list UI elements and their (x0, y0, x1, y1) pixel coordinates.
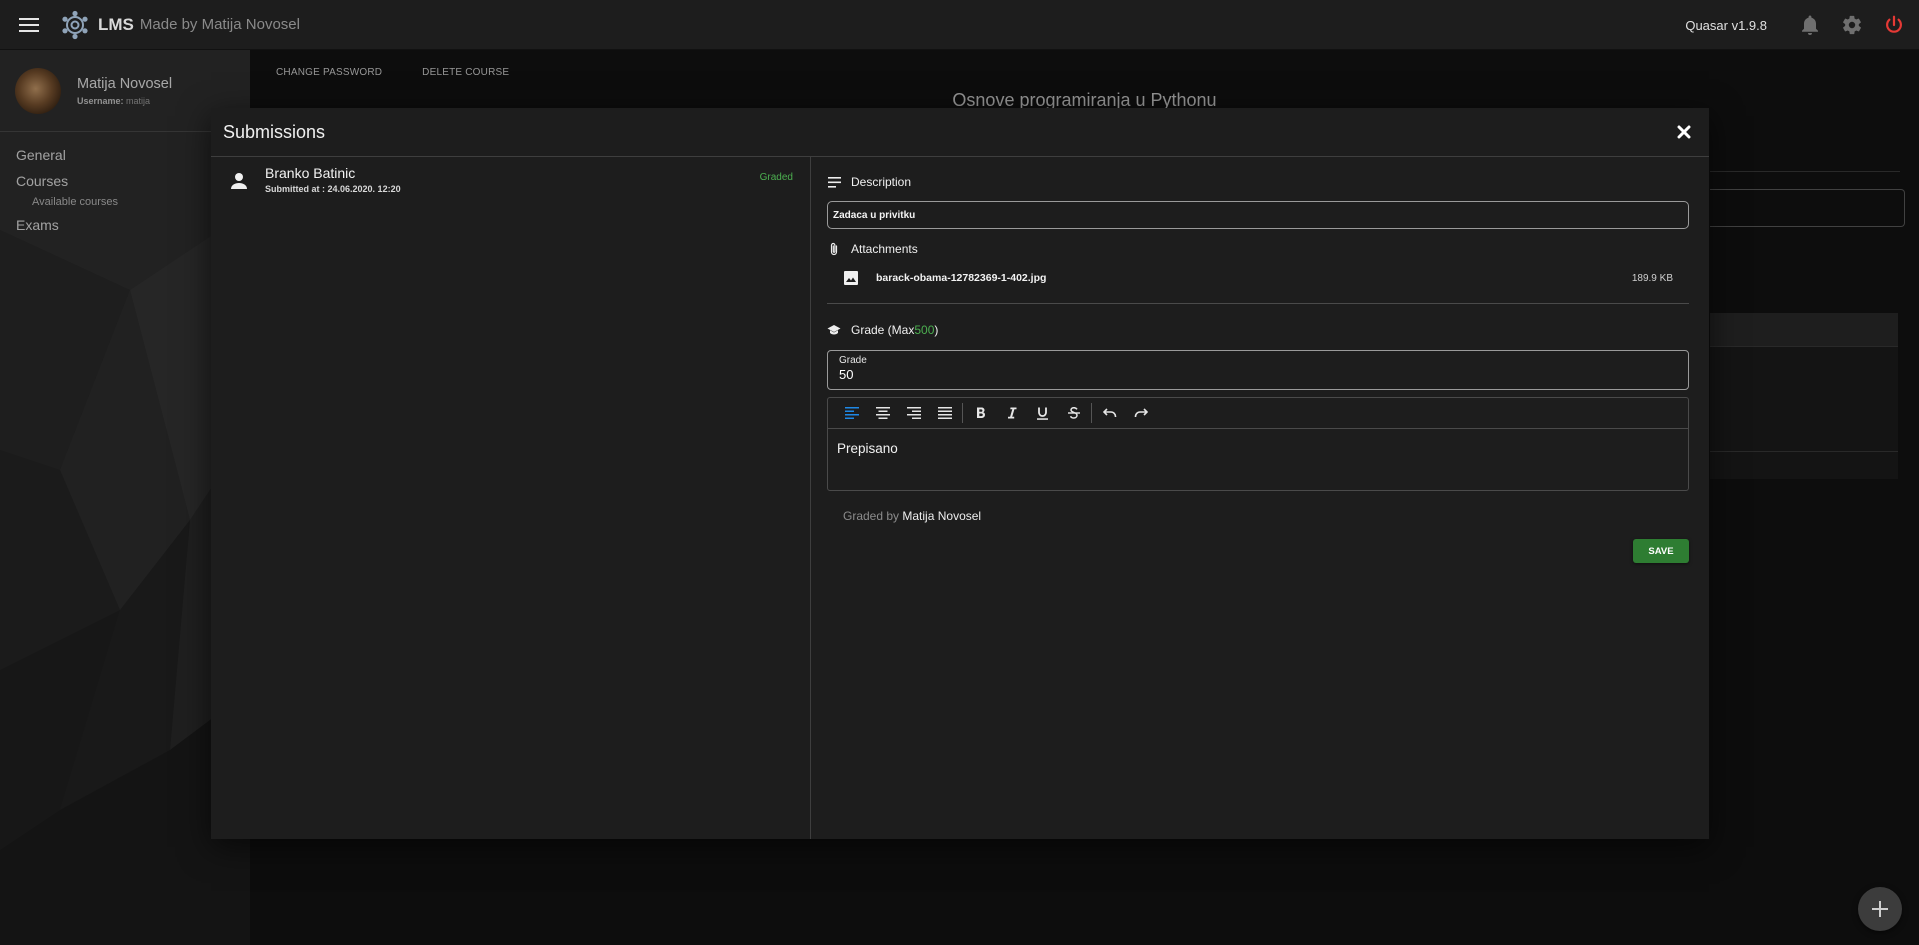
status-badge: Graded (759, 172, 793, 183)
align-justify-button[interactable] (929, 401, 960, 425)
atom-logo-icon (60, 10, 90, 40)
feedback-editor: Prepisano (827, 397, 1689, 491)
description-field: Zadaca u privitku (827, 201, 1689, 229)
bold-button[interactable] (965, 401, 996, 425)
graduation-cap-icon (827, 325, 841, 335)
menu-icon (19, 17, 39, 32)
align-right-button[interactable] (898, 401, 929, 425)
align-center-button[interactable] (867, 401, 898, 425)
notifications-button[interactable] (1789, 0, 1831, 50)
save-button[interactable]: Save (1633, 539, 1689, 563)
align-left-button[interactable] (836, 401, 867, 425)
grade-field-label: Grade (839, 355, 867, 366)
grade-value: 50 (839, 367, 854, 382)
undo-icon (1102, 408, 1116, 417)
bold-icon (976, 407, 985, 418)
submission-list: Branko Batinic Submitted at : 24.06.2020… (211, 157, 811, 839)
attachment-size: 189.9 KB (1631, 272, 1673, 284)
redo-icon (1134, 408, 1148, 417)
close-icon (1677, 125, 1691, 139)
dialog-header: Submissions (211, 108, 1709, 157)
strikethrough-button[interactable] (1058, 401, 1089, 425)
top-bar: LMS Made by Matija Novosel Quasar v1.9.8 (0, 0, 1919, 50)
submitted-at: Submitted at : 24.06.2020. 12:20 (265, 184, 401, 194)
add-fab-button[interactable] (1858, 887, 1902, 931)
student-name: Branko Batinic (265, 165, 356, 181)
paperclip-icon (830, 242, 838, 256)
framework-version: Quasar v1.9.8 (1685, 17, 1767, 33)
description-heading: Description (827, 175, 911, 189)
grade-heading: Grade (Max 500) (827, 323, 938, 337)
align-justify-icon (937, 407, 952, 419)
attachments-heading: Attachments (827, 242, 918, 256)
image-icon (844, 271, 858, 285)
submissions-dialog: Submissions Branko Batinic Submitted at … (211, 108, 1709, 839)
logout-button[interactable] (1873, 0, 1915, 50)
app-subtitle: Made by Matija Novosel (139, 16, 300, 33)
strikethrough-icon (1067, 407, 1080, 419)
settings-button[interactable] (1831, 0, 1873, 50)
bell-icon (1802, 15, 1818, 35)
underline-icon (1037, 407, 1048, 420)
power-icon (1886, 15, 1902, 33)
attachment-item[interactable]: barack-obama-12782369-1-402.jpg 189.9 KB (827, 263, 1689, 293)
app-title: LMS (98, 14, 134, 34)
menu-button[interactable] (0, 0, 58, 50)
italic-button[interactable] (996, 401, 1027, 425)
graded-by: Graded by Matija Novosel (843, 509, 982, 523)
grade-max: 500 (914, 323, 935, 337)
dialog-title: Submissions (223, 121, 326, 142)
attachment-name: barack-obama-12782369-1-402.jpg (876, 272, 1047, 284)
align-left-icon (844, 407, 859, 419)
underline-button[interactable] (1027, 401, 1058, 425)
submission-detail: Description Zadaca u privitku Attachment… (811, 157, 1708, 839)
notes-icon (827, 176, 841, 188)
gear-icon (1843, 15, 1861, 35)
editor-content[interactable]: Prepisano (828, 429, 1688, 468)
italic-icon (1007, 407, 1016, 419)
plus-icon (1872, 901, 1888, 917)
redo-button[interactable] (1125, 401, 1156, 425)
person-icon (231, 173, 247, 189)
align-right-icon (906, 407, 921, 419)
align-center-icon (875, 407, 890, 419)
undo-button[interactable] (1094, 401, 1125, 425)
editor-toolbar (828, 398, 1688, 429)
grade-input[interactable]: Grade 50 (827, 350, 1689, 390)
grader-name: Matija Novosel (902, 509, 982, 523)
divider (827, 303, 1689, 304)
list-item[interactable]: Branko Batinic Submitted at : 24.06.2020… (211, 157, 810, 203)
close-button[interactable] (1673, 121, 1695, 143)
